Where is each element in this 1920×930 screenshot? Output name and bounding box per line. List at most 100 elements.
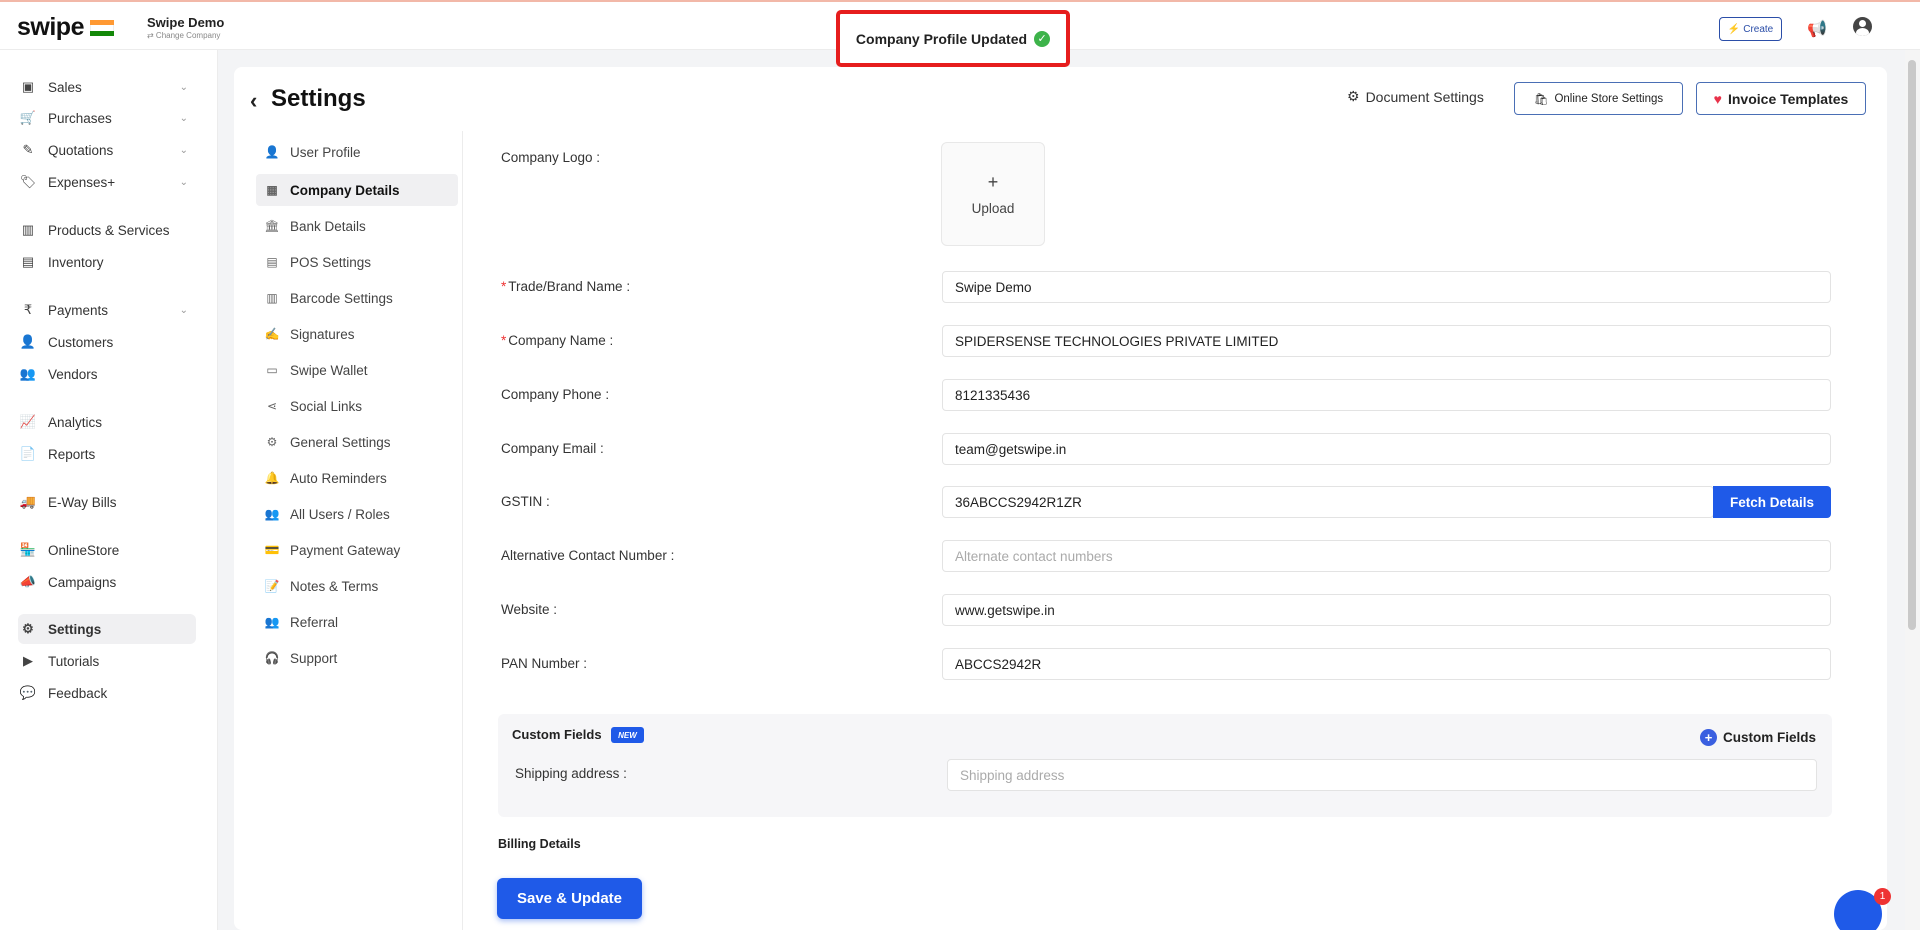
headset-icon: 🎧 [264, 651, 280, 665]
subnav-signatures[interactable]: ✍ Signatures [256, 318, 458, 350]
gstin-input[interactable]: 36ABCCS2942R1ZR [942, 486, 1714, 518]
document-settings-link[interactable]: ⚙ Document Settings [1347, 88, 1484, 105]
alt-contact-label: Alternative Contact Number : [501, 548, 675, 563]
alt-contact-input[interactable]: Alternate contact numbers [942, 540, 1831, 572]
youtube-icon: ▶ [23, 653, 33, 668]
wallet-icon: ▭ [266, 363, 278, 377]
sidebar-item-purchases[interactable]: 🛒 Purchases ⌄ [18, 103, 196, 133]
sidebar-item-tutorials[interactable]: ▶ Tutorials [18, 646, 196, 676]
subnav-company-details[interactable]: ▦ Company Details [256, 174, 458, 206]
share-icon: ⋖ [266, 399, 278, 413]
sidebar-item-eway-bills[interactable]: 🚚 E-Way Bills [18, 487, 196, 517]
subnav-bank-details[interactable]: 🏛 Bank Details [256, 210, 458, 242]
page-title: Settings [271, 85, 366, 112]
heart-icon: ♥ [1713, 90, 1722, 107]
report-icon: 📄 [19, 446, 37, 461]
users-icon: 👥 [19, 366, 37, 381]
subnav-general-settings[interactable]: ⚙ General Settings [256, 426, 458, 458]
save-update-button[interactable]: Save & Update [497, 878, 642, 919]
bank-icon: 🏛 [264, 219, 280, 233]
sidebar-item-feedback[interactable]: 💬 Feedback [18, 678, 196, 708]
company-switcher-name[interactable]: Swipe Demo [147, 15, 224, 30]
signature-icon: ✍ [264, 327, 280, 341]
barcode-icon: ▥ [21, 222, 35, 237]
note-icon: 📝 [264, 579, 280, 593]
pan-label: PAN Number : [501, 656, 588, 671]
swipe-logo[interactable]: swipe [17, 13, 84, 42]
website-input[interactable]: www.getswipe.in [942, 594, 1831, 626]
shipping-address-input[interactable]: Shipping address [947, 759, 1817, 791]
subnav-support[interactable]: 🎧 Support [256, 642, 458, 674]
chevron-down-icon: ⌄ [179, 81, 188, 93]
fetch-details-button[interactable]: Fetch Details [1713, 486, 1831, 518]
users-icon: 👥 [264, 507, 280, 521]
subnav-notes-terms[interactable]: 📝 Notes & Terms [256, 570, 458, 602]
building-icon: ▦ [266, 183, 278, 197]
company-logo-label: Company Logo : [501, 150, 601, 165]
subnav-social-links[interactable]: ⋖ Social Links [256, 390, 458, 422]
sidebar-item-vendors[interactable]: 👥 Vendors [18, 359, 196, 389]
gstin-label: GSTIN : [501, 494, 550, 509]
chevron-down-icon: ⌄ [179, 112, 188, 124]
profile-avatar-icon[interactable] [1853, 17, 1872, 36]
subnav-user-profile[interactable]: 👤 User Profile [256, 136, 458, 168]
sidebar-item-customers[interactable]: 👤 Customers [18, 327, 196, 357]
online-store-settings-button[interactable]: 🛍 Online Store Settings [1514, 82, 1683, 115]
inventory-icon: ▤ [21, 254, 35, 269]
chevron-down-icon: ⌄ [179, 144, 188, 156]
sidebar-item-quotations[interactable]: ✎ Quotations ⌄ [18, 135, 196, 165]
sidebar-item-onlinestore[interactable]: 🏪 OnlineStore [18, 535, 196, 565]
invoice-templates-button[interactable]: ♥ Invoice Templates [1696, 82, 1866, 115]
chart-icon: 📈 [19, 414, 37, 429]
logo-upload-button[interactable]: + Upload [941, 142, 1045, 246]
trade-name-label: * Trade/Brand Name : [501, 279, 631, 294]
sidebar-item-products-services[interactable]: ▥ Products & Services [18, 215, 196, 245]
custom-fields-title: Custom Fields [512, 727, 602, 742]
subnav-barcode-settings[interactable]: ▥ Barcode Settings [256, 282, 458, 314]
sidebar-item-reports[interactable]: 📄 Reports [18, 439, 196, 469]
company-phone-input[interactable]: 8121335436 [942, 379, 1831, 411]
subnav-all-users-roles[interactable]: 👥 All Users / Roles [256, 498, 458, 530]
change-company-link[interactable]: ⇄ Change Company [147, 31, 220, 40]
gear-icon: ⚙ [22, 621, 34, 636]
trade-name-input[interactable]: Swipe Demo [942, 271, 1831, 303]
chevron-down-icon: ⌄ [179, 176, 188, 188]
check-circle-icon: ✓ [1034, 30, 1051, 47]
create-button[interactable]: ⚡ Create [1719, 17, 1782, 41]
subnav-pos-settings[interactable]: ▤ POS Settings [256, 246, 458, 278]
sidebar-item-inventory[interactable]: ▤ Inventory [18, 247, 196, 277]
truck-icon: 🚚 [19, 494, 37, 509]
company-email-input[interactable]: team@getswipe.in [942, 433, 1831, 465]
billing-details-title: Billing Details [498, 837, 581, 851]
store-bag-icon: 🛍 [1533, 93, 1549, 106]
chat-notification-badge: 1 [1874, 888, 1891, 905]
subnav-auto-reminders[interactable]: 🔔 Auto Reminders [256, 462, 458, 494]
add-custom-field-button[interactable]: + Custom Fields [1700, 729, 1816, 746]
announcements-icon[interactable]: 📢 [1807, 19, 1827, 39]
company-name-input[interactable]: SPIDERSENSE TECHNOLOGIES PRIVATE LIMITED [942, 325, 1831, 357]
india-flag-icon [90, 20, 114, 36]
sidebar-item-expenses[interactable]: 🏷 Expenses+ ⌄ [18, 167, 196, 197]
subnav-referral[interactable]: 👥 Referral [256, 606, 458, 638]
subnav-swipe-wallet[interactable]: ▭ Swipe Wallet [256, 354, 458, 386]
toast-message: Company Profile Updated [855, 30, 1028, 47]
back-arrow-icon[interactable]: ‹ [250, 88, 257, 114]
new-badge: NEW [611, 727, 644, 743]
plus-icon: + [987, 172, 999, 192]
bell-icon: 🔔 [264, 471, 280, 485]
company-email-label: Company Email : [501, 441, 604, 456]
megaphone-icon: 📣 [19, 574, 37, 589]
scrollbar-thumb[interactable] [1908, 60, 1916, 630]
sidebar-item-settings[interactable]: ⚙ Settings [18, 614, 196, 644]
sidebar-item-analytics[interactable]: 📈 Analytics [18, 407, 196, 437]
chevron-down-icon: ⌄ [179, 304, 188, 316]
subnav-payment-gateway[interactable]: 💳 Payment Gateway [256, 534, 458, 566]
sidebar-item-sales[interactable]: ▣ Sales ⌄ [18, 72, 196, 102]
sidebar-item-payments[interactable]: ₹ Payments ⌄ [18, 295, 196, 325]
tag-icon: 🏷 [19, 174, 37, 189]
feedback-icon: 💬 [19, 685, 37, 700]
cart-icon: 🛒 [19, 110, 37, 125]
sidebar-item-campaigns[interactable]: 📣 Campaigns [18, 567, 196, 597]
shipping-address-label: Shipping address : [515, 766, 627, 781]
pan-input[interactable]: ABCCS2942R [942, 648, 1831, 680]
